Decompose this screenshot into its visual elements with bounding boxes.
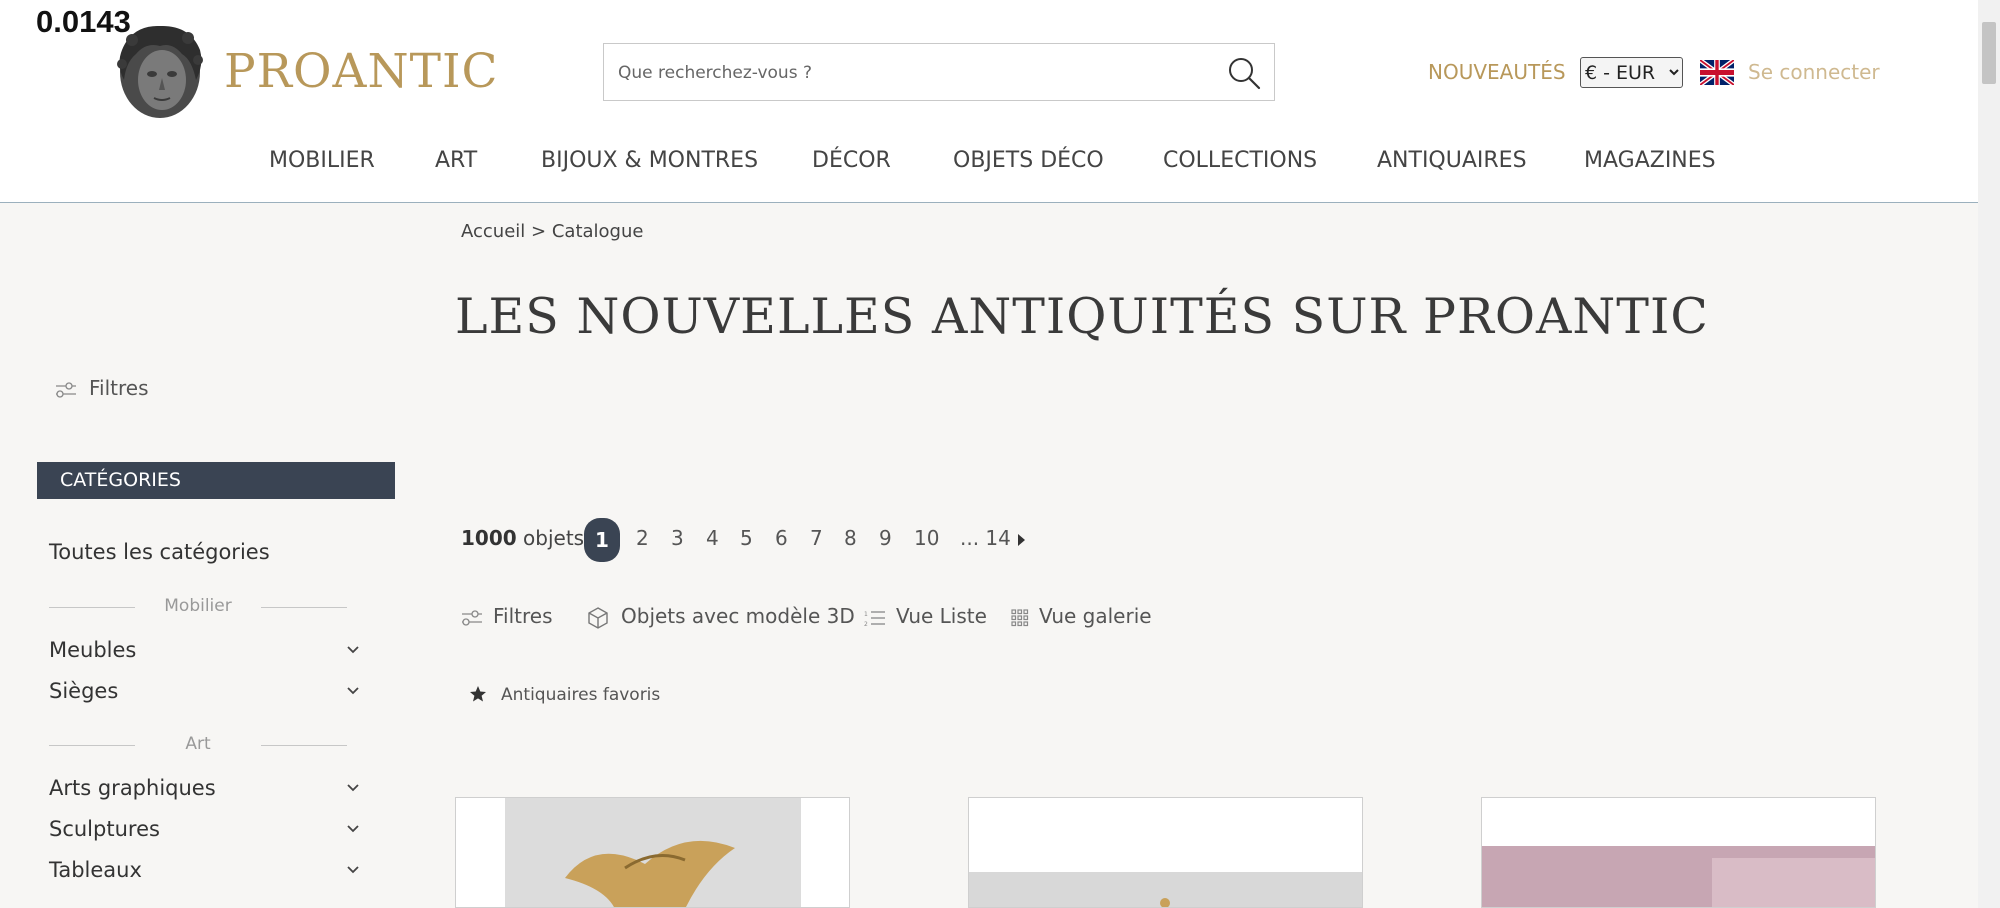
page-link[interactable]: 10 <box>914 526 939 550</box>
page-link[interactable]: 3 <box>671 526 684 550</box>
chevron-down-icon[interactable] <box>346 824 360 834</box>
nav-item-magazines[interactable]: MAGAZINES <box>1584 148 1716 173</box>
nav-item-art[interactable]: ART <box>435 148 477 173</box>
filter-sliders-icon <box>56 381 76 398</box>
results-count-suffix: objets <box>523 526 585 550</box>
main-nav: MOBILIER ART BIJOUX & MONTRES DÉCOR OBJE… <box>0 148 1978 180</box>
page-link[interactable]: 5 <box>740 526 753 550</box>
toolbar-list-view-label: Vue Liste <box>896 604 987 628</box>
toolbar-filters-button[interactable]: Filtres <box>461 604 553 628</box>
category-sieges[interactable]: Sièges <box>49 679 118 703</box>
breadcrumb-current: Catalogue <box>551 221 644 242</box>
nav-item-antiquaires[interactable]: ANTIQUAIRES <box>1377 148 1527 173</box>
site-header: PROANTIC NOUVEAUTÉS € - EUR Se connecter… <box>0 0 1978 203</box>
breadcrumb: Accueil > Catalogue <box>461 221 643 242</box>
favorite-dealers-button[interactable]: Antiquaires favoris <box>469 685 660 705</box>
search-icon[interactable] <box>1226 55 1262 91</box>
search-input[interactable] <box>616 56 1200 90</box>
page-title: LES NOUVELLES ANTIQUITÉS SUR PROANTIC <box>455 288 1709 345</box>
toolbar-3d-models-label: Objets avec modèle 3D <box>621 604 855 628</box>
page-link[interactable]: 4 <box>706 526 719 550</box>
toolbar-filters-label: Filtres <box>493 604 553 628</box>
svg-text:2: 2 <box>864 621 868 627</box>
sidebar-filters-label: Filtres <box>89 376 149 400</box>
search-box <box>603 43 1275 101</box>
results-count-number: 1000 <box>461 526 517 550</box>
star-icon <box>470 686 486 702</box>
new-arrivals-link[interactable]: NOUVEAUTÉS <box>1428 60 1566 84</box>
list-view-icon: 1 2 <box>864 611 885 628</box>
product-card[interactable] <box>1481 797 1876 908</box>
page-link[interactable]: 6 <box>775 526 788 550</box>
chevron-down-icon[interactable] <box>346 783 360 793</box>
logo-text[interactable]: PROANTIC <box>224 44 499 99</box>
cube-3d-icon <box>588 606 608 629</box>
categories-header: CATÉGORIES <box>37 462 395 499</box>
page-link[interactable]: 9 <box>879 526 892 550</box>
group-separator-mobilier: Mobilier <box>49 596 347 616</box>
category-sculptures[interactable]: Sculptures <box>49 817 160 841</box>
group-separator-art: Art <box>49 734 347 754</box>
nav-item-collections[interactable]: COLLECTIONS <box>1163 148 1317 173</box>
breadcrumb-separator: > <box>531 221 547 242</box>
breadcrumb-home[interactable]: Accueil <box>461 221 525 242</box>
category-tableaux[interactable]: Tableaux <box>49 858 142 882</box>
sidebar-filters-button[interactable]: Filtres <box>55 376 149 400</box>
product-image <box>505 798 801 907</box>
toolbar-gallery-view-label: Vue galerie <box>1039 604 1152 628</box>
nav-item-mobilier[interactable]: MOBILIER <box>269 148 375 173</box>
nav-item-decor[interactable]: DÉCOR <box>812 148 891 173</box>
gallery-grid-icon <box>1011 608 1029 626</box>
nav-item-bijoux-montres[interactable]: BIJOUX & MONTRES <box>541 148 758 173</box>
category-arts-graphiques[interactable]: Arts graphiques <box>49 776 216 800</box>
chevron-down-icon[interactable] <box>346 865 360 875</box>
category-meubles[interactable]: Meubles <box>49 638 136 662</box>
filter-sliders-icon <box>462 609 482 626</box>
page-scrollbar[interactable] <box>1978 0 2000 908</box>
toolbar-list-view-button[interactable]: 1 2 Vue Liste <box>864 604 987 628</box>
next-page-icon[interactable] <box>1016 532 1026 548</box>
page-link[interactable]: 2 <box>636 526 649 550</box>
results-count: 1000 objets <box>461 526 584 550</box>
login-link[interactable]: Se connecter <box>1748 60 1880 84</box>
toolbar-gallery-view-button[interactable]: Vue galerie <box>1011 604 1152 628</box>
scrollbar-thumb[interactable] <box>1982 22 1996 84</box>
page-link[interactable]: 7 <box>810 526 823 550</box>
all-categories-link[interactable]: Toutes les catégories <box>49 540 270 564</box>
page-link-last[interactable]: ... 14 <box>960 526 1011 550</box>
group-title: Mobilier <box>164 596 232 616</box>
uk-flag-icon[interactable] <box>1700 60 1734 85</box>
page-current[interactable]: 1 <box>584 518 620 562</box>
favorite-dealers-label: Antiquaires favoris <box>501 685 661 705</box>
product-image <box>1482 798 1875 907</box>
product-card[interactable] <box>968 797 1363 908</box>
group-title: Art <box>185 734 211 754</box>
toolbar-3d-models-button[interactable]: Objets avec modèle 3D <box>585 604 855 631</box>
product-image <box>969 798 1362 907</box>
page-link[interactable]: 8 <box>844 526 857 550</box>
product-card[interactable] <box>455 797 850 908</box>
chevron-down-icon[interactable] <box>346 645 360 655</box>
svg-text:1: 1 <box>864 611 868 618</box>
currency-select[interactable]: € - EUR <box>1580 57 1683 88</box>
corner-readout: 0.0143 <box>36 4 131 39</box>
chevron-down-icon[interactable] <box>346 686 360 696</box>
nav-item-objets-deco[interactable]: OBJETS DÉCO <box>953 148 1104 173</box>
